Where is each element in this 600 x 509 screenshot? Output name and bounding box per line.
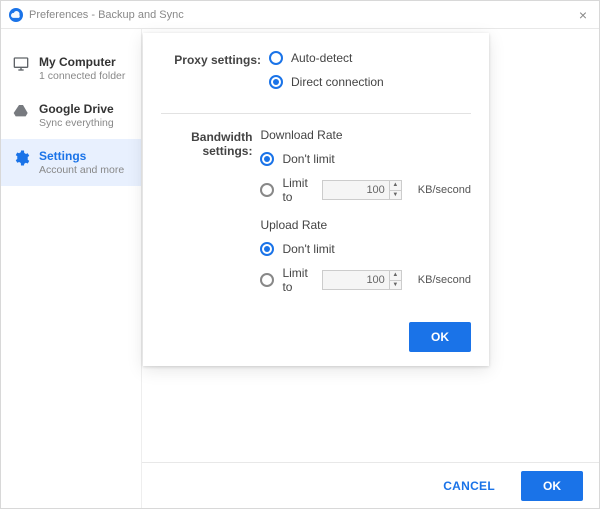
radio-icon[interactable]	[269, 75, 283, 89]
option-label: Limit to	[282, 266, 307, 294]
upload-limit-field[interactable]	[323, 271, 389, 289]
option-label: Don't limit	[282, 242, 334, 256]
sidebar-item-settings[interactable]: Settings Account and more	[1, 139, 141, 186]
gear-icon	[11, 149, 31, 167]
option-label: Direct connection	[291, 75, 384, 89]
radio-icon[interactable]	[269, 51, 283, 65]
download-limit-field[interactable]	[323, 181, 389, 199]
option-label: Don't limit	[282, 152, 334, 166]
option-label: Limit to	[282, 176, 307, 204]
app-icon	[9, 8, 23, 22]
nav-title: Google Drive	[39, 102, 114, 116]
body: My Computer 1 connected folder Google Dr…	[1, 29, 599, 508]
divider	[161, 113, 471, 114]
bandwidth-section: Bandwidth settings: Download Rate Don't …	[161, 128, 471, 304]
spin-down-icon[interactable]: ▼	[390, 191, 401, 200]
nav-title: Settings	[39, 149, 124, 163]
dialog-footer: OK	[161, 322, 471, 352]
sidebar-item-my-computer[interactable]: My Computer 1 connected folder	[1, 45, 141, 92]
preferences-window: Preferences - Backup and Sync × My Compu…	[0, 0, 600, 509]
titlebar: Preferences - Backup and Sync ×	[1, 1, 599, 29]
dialog-ok-button[interactable]: OK	[409, 322, 471, 352]
sidebar-item-google-drive[interactable]: Google Drive Sync everything	[1, 92, 141, 139]
drive-icon	[11, 102, 31, 120]
spinner[interactable]: ▲▼	[389, 271, 401, 289]
download-dont-limit-option[interactable]: Don't limit	[260, 152, 471, 166]
spin-up-icon[interactable]: ▲	[390, 271, 401, 281]
nav-subtitle: Account and more	[39, 164, 124, 176]
main-footer: CANCEL OK	[142, 462, 599, 508]
download-limit-option[interactable]: Limit to ▲▼ KB/second	[260, 176, 471, 204]
network-settings-dialog: Proxy settings: Auto-detect Direct conne…	[143, 33, 489, 366]
cancel-button[interactable]: CANCEL	[429, 471, 509, 501]
upload-dont-limit-option[interactable]: Don't limit	[260, 242, 471, 256]
proxy-section: Proxy settings: Auto-detect Direct conne…	[161, 51, 471, 99]
download-rate-title: Download Rate	[260, 128, 471, 142]
upload-limit-input[interactable]: ▲▼	[322, 270, 402, 290]
spin-up-icon[interactable]: ▲	[390, 181, 401, 191]
radio-icon[interactable]	[260, 152, 274, 166]
bandwidth-label: Bandwidth settings:	[161, 128, 260, 304]
unit-label: KB/second	[418, 274, 471, 286]
close-icon[interactable]: ×	[575, 8, 591, 22]
proxy-direct-option[interactable]: Direct connection	[269, 75, 471, 89]
unit-label: KB/second	[418, 184, 471, 196]
nav-subtitle: Sync everything	[39, 117, 114, 129]
monitor-icon	[11, 55, 31, 73]
download-limit-input[interactable]: ▲▼	[322, 180, 402, 200]
radio-icon[interactable]	[260, 183, 274, 197]
spinner[interactable]: ▲▼	[389, 181, 401, 199]
upload-limit-option[interactable]: Limit to ▲▼ KB/second	[260, 266, 471, 294]
proxy-auto-option[interactable]: Auto-detect	[269, 51, 471, 65]
spin-down-icon[interactable]: ▼	[390, 281, 401, 290]
proxy-label: Proxy settings:	[161, 51, 269, 99]
nav-subtitle: 1 connected folder	[39, 70, 125, 82]
upload-rate-title: Upload Rate	[260, 218, 471, 232]
radio-icon[interactable]	[260, 242, 274, 256]
option-label: Auto-detect	[291, 51, 352, 65]
sidebar: My Computer 1 connected folder Google Dr…	[1, 29, 141, 508]
nav-title: My Computer	[39, 55, 125, 69]
ok-button[interactable]: OK	[521, 471, 583, 501]
window-title: Preferences - Backup and Sync	[29, 9, 184, 21]
radio-icon[interactable]	[260, 273, 274, 287]
